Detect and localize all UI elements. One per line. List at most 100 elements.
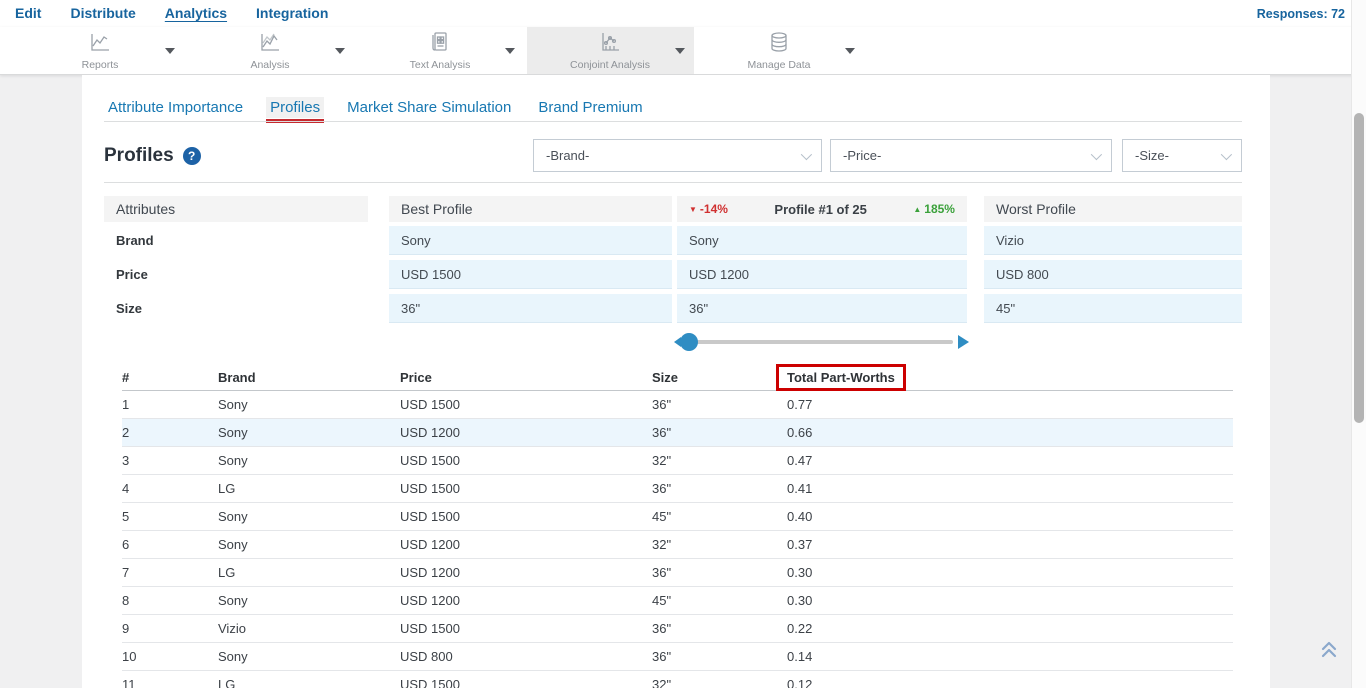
column-header-brand[interactable]: Brand <box>218 370 400 385</box>
table-row[interactable]: 9VizioUSD 150036"0.22 <box>122 615 1233 643</box>
conjoint-analysis-button[interactable]: Conjoint Analysis <box>550 30 670 72</box>
tab-market-share-simulation[interactable]: Market Share Simulation <box>343 97 515 118</box>
column-header-total-part-worths[interactable]: Total Part-Worths <box>787 364 1233 391</box>
slider-next-arrow[interactable] <box>958 335 969 349</box>
table-cell: Sony <box>218 397 400 412</box>
table-cell: 10 <box>122 649 218 664</box>
table-row[interactable]: 6SonyUSD 120032"0.37 <box>122 531 1233 559</box>
slider-handle[interactable] <box>680 333 698 351</box>
table-row[interactable]: 2SonyUSD 120036"0.66 <box>122 419 1233 447</box>
current-profile-column: ▼ -14% Profile #1 of 25 ▲ 185% Sony USD … <box>677 196 967 328</box>
table-cell: 0.12 <box>787 677 1233 688</box>
page-title: Profiles <box>104 145 174 167</box>
best-profile-brand: Sony <box>389 226 672 255</box>
worst-profile-column: Worst Profile Vizio USD 800 45" <box>984 196 1242 328</box>
table-row[interactable]: 3SonyUSD 150032"0.47 <box>122 447 1233 475</box>
size-filter-select[interactable]: -Size- <box>1122 139 1242 172</box>
current-profile-title: Profile #1 of 25 <box>774 202 866 217</box>
reports-label: Reports <box>82 59 119 71</box>
text-analysis-label: Text Analysis <box>410 59 471 71</box>
price-filter-select[interactable]: -Price- <box>830 139 1112 172</box>
reports-button[interactable]: Reports <box>40 30 160 72</box>
table-cell: USD 1500 <box>400 621 652 636</box>
table-row[interactable]: 5SonyUSD 150045"0.40 <box>122 503 1233 531</box>
current-profile-brand: Sony <box>677 226 967 255</box>
page-title-row: Profiles ? <box>104 145 201 167</box>
table-cell: 32" <box>652 537 787 552</box>
table-cell: 9 <box>122 621 218 636</box>
manage-data-label: Manage Data <box>747 59 810 71</box>
back-to-top-button[interactable] <box>1316 638 1342 664</box>
conjoint-analysis-dropdown-caret[interactable] <box>675 48 685 54</box>
triangle-down-icon: ▼ <box>689 205 697 214</box>
column-header-price[interactable]: Price <box>400 370 652 385</box>
analysis-button[interactable]: Analysis <box>210 30 330 72</box>
text-analysis-dropdown-caret[interactable] <box>505 48 515 54</box>
current-profile-header: ▼ -14% Profile #1 of 25 ▲ 185% <box>677 196 967 222</box>
nav-item-integration[interactable]: Integration <box>256 5 328 22</box>
table-cell: USD 1500 <box>400 453 652 468</box>
chevron-down-icon <box>801 148 812 159</box>
table-row[interactable]: 7LGUSD 120036"0.30 <box>122 559 1233 587</box>
table-row[interactable]: 11LGUSD 150032"0.12 <box>122 671 1233 688</box>
annotation-highlight-box: Total Part-Worths <box>776 364 906 391</box>
table-row[interactable]: 10SonyUSD 80036"0.14 <box>122 643 1233 671</box>
vertical-scrollbar[interactable] <box>1351 0 1366 688</box>
brand-filter-select[interactable]: -Brand- <box>533 139 822 172</box>
double-chevron-up-icon <box>1318 649 1340 664</box>
table-cell: 5 <box>122 509 218 524</box>
top-nav: Edit Distribute Analytics Integration Re… <box>0 0 1366 27</box>
attributes-header: Attributes <box>104 196 368 222</box>
nav-item-edit[interactable]: Edit <box>15 5 41 22</box>
nav-item-distribute[interactable]: Distribute <box>70 5 135 22</box>
table-body: 1SonyUSD 150036"0.772SonyUSD 120036"0.66… <box>122 391 1233 688</box>
table-row[interactable]: 4LGUSD 150036"0.41 <box>122 475 1233 503</box>
conjoint-subtabs: Attribute Importance Profiles Market Sha… <box>104 97 647 118</box>
tab-attribute-importance[interactable]: Attribute Importance <box>104 97 247 118</box>
analysis-dropdown-caret[interactable] <box>335 48 345 54</box>
table-cell: 6 <box>122 537 218 552</box>
table-cell: 36" <box>652 397 787 412</box>
table-cell: 36" <box>652 621 787 636</box>
attributes-column: Attributes Brand Price Size <box>104 196 368 328</box>
table-cell: 0.22 <box>787 621 1233 636</box>
best-profile-header: Best Profile <box>389 196 672 222</box>
manage-data-dropdown-caret[interactable] <box>845 48 855 54</box>
manage-data-button[interactable]: Manage Data <box>719 30 839 72</box>
table-cell: LG <box>218 565 400 580</box>
text-analysis-button[interactable]: Text Analysis <box>380 30 500 72</box>
tab-profiles[interactable]: Profiles <box>266 97 324 118</box>
delta-up-value: 185% <box>924 202 955 216</box>
worst-profile-header: Worst Profile <box>984 196 1242 222</box>
divider <box>104 121 1242 122</box>
worst-profile-brand: Vizio <box>984 226 1242 255</box>
best-profile-size: 36" <box>389 294 672 323</box>
help-icon[interactable]: ? <box>183 147 201 165</box>
nav-item-analytics[interactable]: Analytics <box>165 5 227 22</box>
analysis-label: Analysis <box>250 59 289 71</box>
reports-dropdown-caret[interactable] <box>165 48 175 54</box>
table-cell: 36" <box>652 649 787 664</box>
column-header-number[interactable]: # <box>122 370 218 385</box>
delta-down-badge: ▼ -14% <box>689 202 728 216</box>
size-filter-value: -Size- <box>1135 148 1169 163</box>
attribute-label-brand: Brand <box>104 226 368 255</box>
content-panel: Attribute Importance Profiles Market Sha… <box>82 75 1270 688</box>
table-cell: 0.66 <box>787 425 1233 440</box>
table-row[interactable]: 8SonyUSD 120045"0.30 <box>122 587 1233 615</box>
scrollbar-thumb[interactable] <box>1354 113 1364 423</box>
table-cell: USD 1200 <box>400 593 652 608</box>
column-header-size[interactable]: Size <box>652 370 787 385</box>
tab-brand-premium[interactable]: Brand Premium <box>534 97 646 118</box>
table-cell: 36" <box>652 481 787 496</box>
table-cell: USD 1200 <box>400 537 652 552</box>
conjoint-analysis-label: Conjoint Analysis <box>570 59 650 71</box>
slider-track[interactable] <box>691 340 953 344</box>
triangle-up-icon: ▲ <box>913 205 921 214</box>
table-row[interactable]: 1SonyUSD 150036"0.77 <box>122 391 1233 419</box>
table-cell: Sony <box>218 453 400 468</box>
table-cell: 2 <box>122 425 218 440</box>
table-header-row: # Brand Price Size Total Part-Worths <box>122 364 1233 391</box>
table-cell: Sony <box>218 425 400 440</box>
table-cell: 1 <box>122 397 218 412</box>
